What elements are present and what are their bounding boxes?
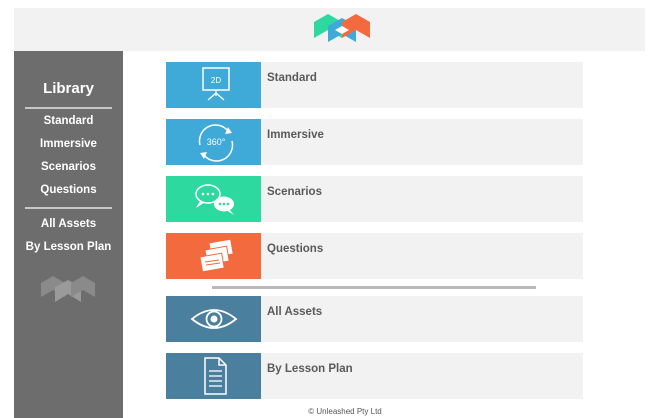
unleashed-logo-icon[interactable] <box>312 12 372 46</box>
card-tile <box>166 176 261 222</box>
360-rotate-icon: 360° <box>198 124 234 162</box>
sidebar-divider <box>25 207 112 209</box>
sidebar: Library Standard Immersive Scenarios Que… <box>14 51 123 418</box>
card-label: Questions <box>267 243 324 255</box>
sidebar-item-questions[interactable]: Questions <box>14 184 123 196</box>
card-scenarios[interactable]: Scenarios <box>166 176 583 222</box>
chat-bubbles-icon <box>195 184 234 215</box>
svg-text:2D: 2D <box>211 76 221 85</box>
sidebar-item-immersive[interactable]: Immersive <box>14 138 123 150</box>
sidebar-logo-icon <box>41 276 95 302</box>
sidebar-item-standard[interactable]: Standard <box>14 115 123 127</box>
card-label: Standard <box>267 72 317 84</box>
card-tile <box>166 296 261 342</box>
footer-copyright: © Unleashed Pty Ltd <box>308 407 382 416</box>
2d-screen-icon: 2D <box>202 67 230 101</box>
sidebar-item-scenarios[interactable]: Scenarios <box>14 161 123 173</box>
card-questions[interactable]: Questions <box>166 233 583 279</box>
sidebar-title: Library <box>43 80 94 97</box>
eye-icon <box>190 309 238 329</box>
card-label: Scenarios <box>267 186 322 198</box>
card-tile: 2D <box>166 62 261 108</box>
card-standard[interactable]: 2D Standard <box>166 62 583 108</box>
card-label: All Assets <box>267 306 323 318</box>
section-divider <box>212 286 536 289</box>
question-cards-icon <box>199 238 234 273</box>
card-label: Immersive <box>267 129 324 141</box>
card-tile: 360° <box>166 119 261 165</box>
card-tile <box>166 233 261 279</box>
card-by-lesson-plan[interactable]: By Lesson Plan <box>166 353 583 399</box>
svg-text:360°: 360° <box>207 137 226 147</box>
card-tile <box>166 353 261 399</box>
sidebar-divider <box>25 107 112 109</box>
document-icon <box>204 357 227 395</box>
sidebar-item-all-assets[interactable]: All Assets <box>14 218 123 230</box>
card-immersive[interactable]: 360° Immersive <box>166 119 583 165</box>
sidebar-item-by-lesson-plan[interactable]: By Lesson Plan <box>14 241 123 253</box>
card-label: By Lesson Plan <box>267 363 353 375</box>
header-bar <box>14 8 645 51</box>
card-all-assets[interactable]: All Assets <box>166 296 583 342</box>
